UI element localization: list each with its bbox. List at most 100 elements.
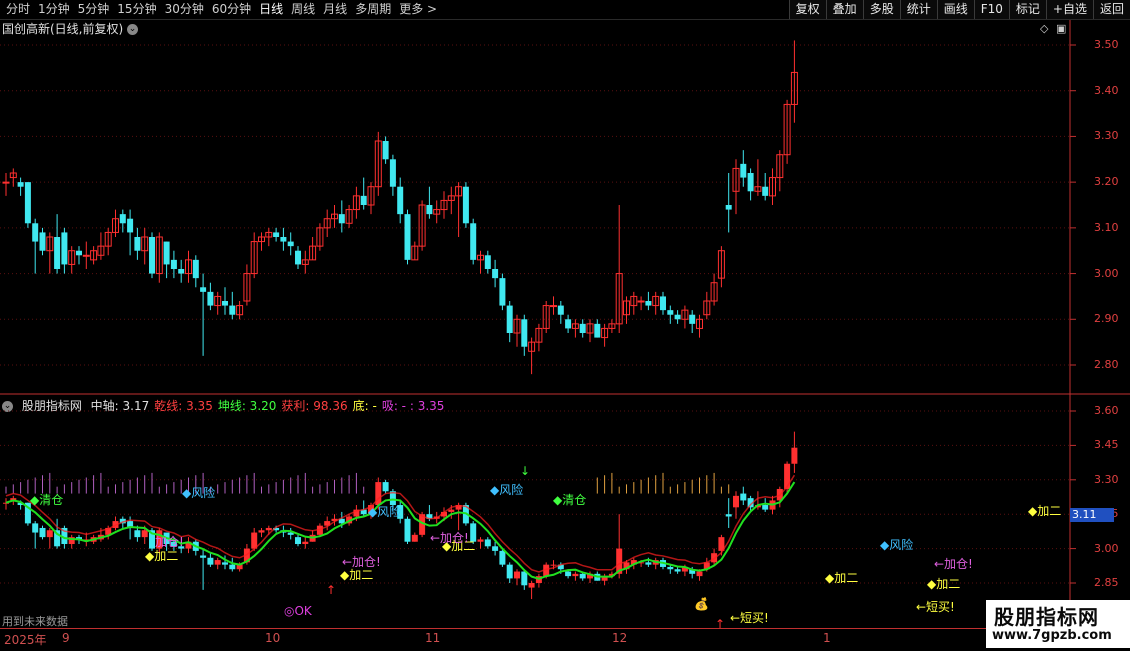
candle-body (39, 232, 46, 251)
candle-body (462, 186, 469, 224)
axis-tick-label: 2.90 (1094, 312, 1119, 326)
month-label: 11 (425, 631, 441, 645)
indicator-candle-body (265, 527, 272, 531)
indicator-candle-body (222, 562, 228, 565)
jiaer-signal: ◆加二 (340, 568, 373, 582)
axis-tick-label: 3.30 (1094, 472, 1119, 486)
candle-body (557, 305, 564, 315)
indicator-candle-body (404, 518, 411, 542)
candle-body (280, 237, 287, 242)
indicator-candle-body (214, 560, 221, 565)
axis-tick-label: 3.10 (1094, 220, 1119, 234)
axis-tick-label: 2.85 (1094, 576, 1119, 589)
duanmai-signal: ←短买! (916, 600, 955, 614)
indicator-candle-body (740, 493, 747, 501)
candle-body (667, 310, 674, 315)
candle-body (229, 305, 236, 315)
indicator-candle-body (725, 514, 732, 517)
month-label: 1 (823, 631, 831, 645)
candle-body (295, 250, 301, 265)
axis-tick-label: 3.45 (1094, 438, 1119, 452)
axis-tick-label: 3.00 (1094, 266, 1119, 280)
ok-signal: ◎OK (284, 604, 313, 618)
indicator-candle-body (514, 571, 520, 579)
candle-body (492, 269, 499, 279)
indicator-candle-body (382, 482, 389, 492)
axis-tick-label: 3.60 (1094, 404, 1119, 417)
jiaer-signal: ◆加二 (145, 549, 178, 563)
axis-tick-label: 2.80 (1094, 358, 1119, 371)
indicator-candle-body (696, 571, 703, 577)
candle-body (521, 319, 528, 347)
jiacang-signal: ←加仓! (342, 555, 381, 569)
indicator-candle-body (32, 523, 39, 533)
indicator-candle-body (411, 534, 418, 542)
candle-body (740, 163, 747, 178)
candle-body (200, 287, 207, 292)
fengxian-signal: ◆风险 (880, 537, 913, 552)
candle-body (32, 223, 39, 242)
candle-body (17, 182, 24, 187)
candle-body (61, 232, 68, 265)
candle-body (484, 255, 491, 269)
candle-body (2, 181, 10, 184)
candle-body (550, 305, 557, 308)
candle-body (499, 278, 506, 306)
jiaer-signal: ◆加二 (1028, 504, 1061, 518)
month-label: 9 (62, 631, 70, 645)
qingcang-signal: ◆清仓 (30, 493, 63, 507)
candle-body (287, 241, 294, 247)
candle-body (207, 291, 214, 306)
future-data-note: 用到未来数据 (2, 615, 68, 628)
indicator-candle-body (579, 573, 586, 579)
candle-body (506, 305, 513, 333)
jiacang-signal: ←加仓! (430, 531, 469, 545)
year-label: 2025年 (4, 633, 47, 647)
candle-body (338, 214, 345, 224)
current-price-tag: 3.11 (1070, 508, 1114, 522)
fengxian-signal: ◆风险 (182, 485, 215, 500)
candle-body (192, 259, 199, 279)
candle-body (645, 301, 652, 306)
candle-body (134, 237, 141, 251)
candle-body (76, 250, 82, 256)
candle-body (149, 237, 155, 274)
indicator-candle-body (499, 550, 506, 565)
indicator-candle-body (295, 537, 301, 545)
axis-tick-label: 3.50 (1094, 38, 1119, 51)
qian-line (5, 474, 796, 573)
candle-body (82, 254, 90, 257)
indicator-candle-body (448, 509, 455, 512)
candle-body (54, 237, 61, 269)
jiaer-signal: ◆加二 (825, 571, 858, 585)
indicator-candle-body (134, 530, 141, 538)
candle-body (360, 195, 367, 205)
candle-body (426, 205, 433, 215)
candle-body (163, 241, 170, 265)
jiaer-signal: ◆加二 (927, 577, 960, 591)
kline-chart[interactable]: ◆清仓 ◆清仓◆风险◆风险◆风险◆风险◆加二◆加二◆加二◆加二 ◆加二◆加二加仓!←… (0, 0, 1130, 650)
candle-body (170, 259, 177, 269)
indicator-candle-body (207, 557, 214, 565)
month-label: 10 (265, 631, 281, 645)
indicator-candle-body (572, 573, 579, 577)
date-axis: 2025年 9 10 11 12 1 (0, 628, 1070, 651)
candle-body (222, 301, 228, 306)
candle-body (178, 269, 185, 274)
kun-line (5, 481, 796, 580)
indicator-candle-body (302, 541, 309, 545)
watermark-logo: 股朋指标网 www.7gpzb.com (986, 600, 1130, 648)
indicator-candle-body (477, 539, 484, 542)
watermark-url: www.7gpzb.com (992, 628, 1112, 643)
indicator-candle-body (229, 564, 236, 570)
candle-body (127, 218, 134, 233)
candle-body (273, 232, 280, 237)
candle-body (470, 223, 477, 260)
indicator-candle-body (46, 530, 53, 538)
candle-body (689, 314, 696, 324)
indicator-candle-body (200, 555, 207, 558)
candle-body (594, 323, 601, 338)
candle-body (579, 323, 586, 333)
candle-body (24, 182, 31, 224)
candle-body (725, 205, 732, 210)
